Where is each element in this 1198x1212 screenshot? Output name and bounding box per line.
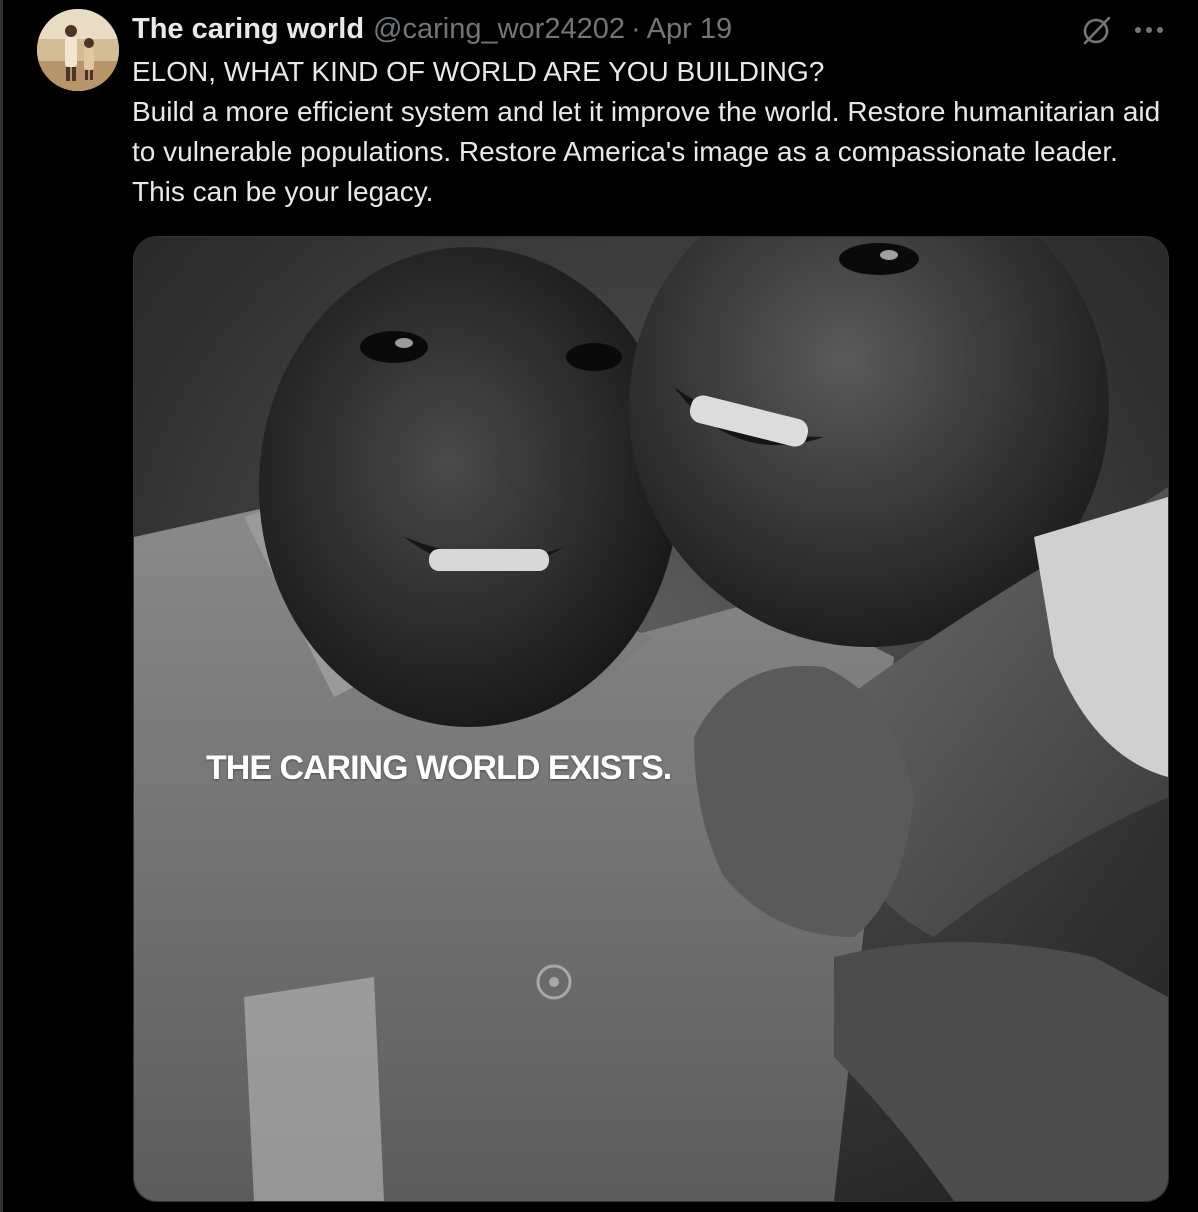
tweet-card[interactable]: The caring world @caring_wor24202 · Apr … xyxy=(3,0,1198,1212)
tweet-text-line: Build a more efficient system and let it… xyxy=(132,96,1161,207)
more-dots-icon[interactable] xyxy=(1131,18,1167,42)
author-handle[interactable]: @caring_wor24202 xyxy=(373,10,625,48)
tweet-media-image[interactable]: THE CARING WORLD EXISTS. xyxy=(133,236,1169,1202)
author-avatar[interactable] xyxy=(37,9,119,91)
author-display-name[interactable]: The caring world xyxy=(132,10,364,48)
children-photo xyxy=(134,237,1168,1201)
tweet-text: ELON, WHAT KIND OF WORLD ARE YOU BUILDIN… xyxy=(132,52,1172,212)
grok-icon[interactable] xyxy=(1081,14,1113,46)
header-separator: · xyxy=(630,13,641,45)
media-overlay-caption: THE CARING WORLD EXISTS. xyxy=(206,749,672,787)
avatar-photo xyxy=(37,9,119,91)
tweet-text-line: ELON, WHAT KIND OF WORLD ARE YOU BUILDIN… xyxy=(132,56,825,87)
tweet-date[interactable]: Apr 19 xyxy=(647,10,732,48)
tweet-header: The caring world @caring_wor24202 · Apr … xyxy=(132,10,732,48)
